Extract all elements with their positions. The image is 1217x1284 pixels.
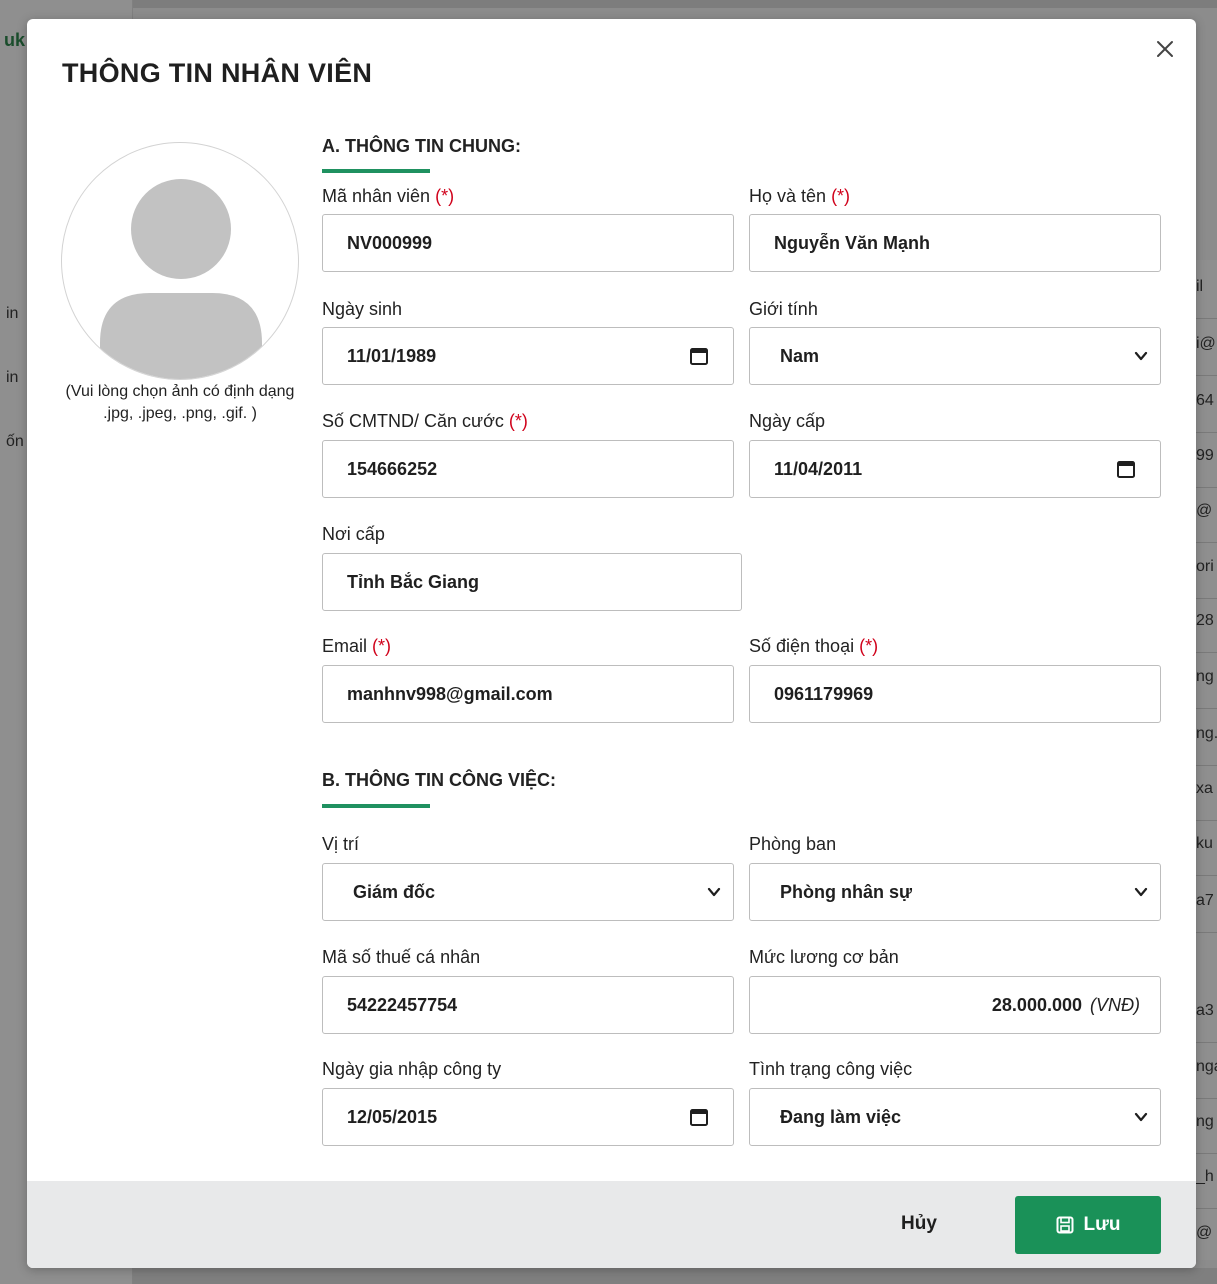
id-number-label: Số CMTND/ Căn cước (*) [322, 411, 528, 431]
save-label: Lưu [1083, 1214, 1121, 1235]
background-topbar [0, 0, 1217, 8]
avatar-hint: (Vui lòng chọn ảnh có định dạng .jpg, .j… [65, 383, 295, 422]
birth-date-input[interactable]: 11/01/1989 [322, 327, 734, 385]
background-table-cell: 99 [1196, 447, 1214, 464]
work-status-select[interactable]: Đang làm việc [749, 1088, 1161, 1146]
employee-info-modal: THÔNG TIN NHÂN VIÊN (Vui lòng chọn ảnh c… [27, 19, 1196, 1268]
salary-label: Mức lương cơ bản [749, 947, 899, 967]
calendar-icon[interactable] [1116, 459, 1136, 479]
section-work-title: B. THÔNG TIN CÔNG VIỆC: [322, 770, 556, 790]
email-label: Email (*) [322, 636, 392, 656]
background-table-cell: ng [1196, 668, 1214, 685]
join-date-label: Ngày gia nhập công ty [322, 1059, 502, 1079]
gender-select[interactable]: Nam [749, 327, 1161, 385]
full-name-input[interactable]: Nguyễn Văn Mạnh [749, 214, 1161, 272]
modal-title: THÔNG TIN NHÂN VIÊN [62, 58, 373, 88]
background-table-cell: ori [1196, 558, 1214, 575]
position-select[interactable]: Giám đốc [322, 863, 734, 921]
chevron-down-icon [707, 887, 721, 897]
background-table-cell: _h [1196, 1168, 1214, 1185]
background-table-cell: a7 [1196, 892, 1214, 909]
issue-date-input[interactable]: 11/04/2011 [749, 440, 1161, 498]
join-date-input[interactable]: 12/05/2015 [322, 1088, 734, 1146]
background-table-cell: ng. [1196, 725, 1217, 742]
section-work-underline [322, 804, 430, 808]
tax-code-label: Mã số thuế cá nhân [322, 947, 481, 967]
issue-place-input[interactable]: Tỉnh Bắc Giang [322, 553, 742, 611]
avatar-placeholder-icon [100, 179, 262, 379]
gender-label: Giới tính [749, 299, 818, 319]
close-button[interactable] [1151, 35, 1179, 63]
background-table-cell: ku [1196, 835, 1213, 852]
background-table-cell: ng [1196, 1113, 1214, 1130]
avatar-upload[interactable] [61, 142, 299, 380]
background-table-cell: nga [1196, 1058, 1217, 1075]
background-sidebar-text: in [6, 369, 19, 386]
department-label: Phòng ban [749, 834, 837, 854]
background-logo: uk [4, 30, 26, 50]
position-label: Vị trí [322, 834, 360, 854]
birth-date-label: Ngày sinh [322, 299, 403, 319]
chevron-down-icon [1134, 887, 1148, 897]
employee-code-label: Mã nhân viên (*) [322, 186, 455, 206]
cancel-button[interactable]: Hủy [887, 1213, 951, 1239]
background-bottom-bar [133, 1268, 1217, 1284]
salary-input[interactable]: 28.000.000 (VNĐ) [749, 976, 1161, 1034]
issue-place-label: Nơi cấp [322, 524, 385, 544]
full-name-label: Họ và tên (*) [749, 186, 851, 206]
background-table-cell: a3 [1196, 1002, 1214, 1019]
employee-code-input[interactable]: NV000999 [322, 214, 734, 272]
save-button[interactable]: Lưu [1015, 1196, 1161, 1254]
currency-unit: (VNĐ) [1090, 994, 1140, 1015]
background-table-cell: @ [1196, 502, 1213, 519]
tax-code-input[interactable]: 54222457754 [322, 976, 734, 1034]
id-number-input[interactable]: 154666252 [322, 440, 734, 498]
background-table-cell: il [1196, 278, 1204, 295]
issue-date-label: Ngày cấp [749, 411, 826, 431]
background-table-cell: 64 [1196, 392, 1214, 409]
calendar-icon[interactable] [689, 346, 709, 366]
background-table-cell: @ [1196, 1224, 1213, 1241]
chevron-down-icon [1134, 351, 1148, 361]
phone-label: Số điện thoại (*) [749, 636, 879, 656]
save-icon [1056, 1216, 1073, 1234]
close-icon [1157, 41, 1173, 57]
background-table-cell: 28 [1196, 612, 1214, 629]
background-table-cell: i@ [1196, 335, 1216, 352]
background-table-cell: xa [1196, 780, 1213, 797]
department-select[interactable]: Phòng nhân sự [749, 863, 1161, 921]
section-general-underline [322, 169, 430, 173]
background-sidebar-text: ốn [6, 433, 24, 450]
section-general-title: A. THÔNG TIN CHUNG: [322, 136, 521, 156]
chevron-down-icon [1134, 1112, 1148, 1122]
work-status-label: Tình trạng công việc [749, 1059, 913, 1079]
background-sidebar-text: in [6, 305, 19, 322]
email-input[interactable]: manhnv998@gmail.com [322, 665, 734, 723]
calendar-icon[interactable] [689, 1107, 709, 1127]
phone-input[interactable]: 0961179969 [749, 665, 1161, 723]
